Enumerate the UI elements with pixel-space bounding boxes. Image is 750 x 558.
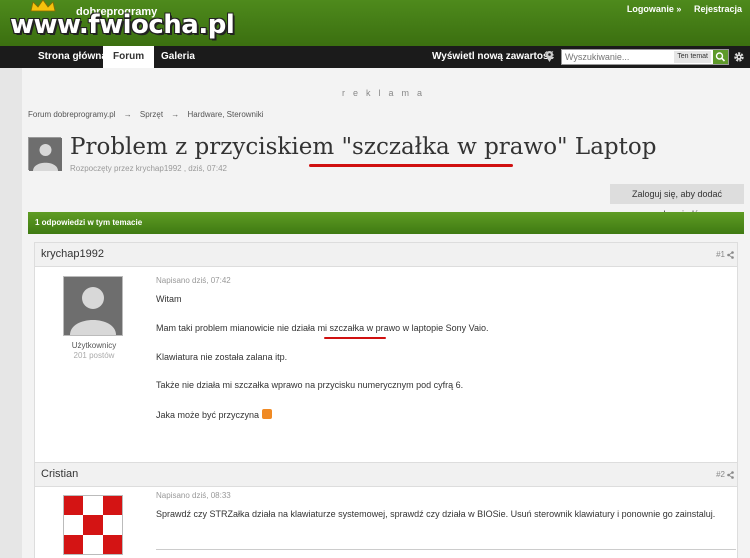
breadcrumb-drivers[interactable]: Hardware, Sterowniki [188,110,264,119]
signature-divider [156,549,736,550]
show-new-content-link[interactable]: Wyświetl nową zawartość [432,46,554,68]
red-annotation-underline [309,164,513,167]
search-input[interactable] [562,50,670,64]
forum-content: reklama Forum dobreprogramy.pl → Sprzęt … [22,68,750,558]
search-button[interactable] [713,50,728,64]
tab-forum[interactable]: Forum [103,46,155,68]
post-author[interactable]: Cristian [41,468,78,480]
post-header: krychap1992 #1 [35,243,737,267]
user-avatar[interactable] [63,276,123,336]
topic-author-avatar[interactable] [28,137,62,171]
avatar-silhouette-icon [29,138,62,171]
watermark-logo: www.fwiocha.pl [10,10,235,40]
login-to-reply-button[interactable]: Zaloguj się, aby dodać odpowiedź [610,184,744,219]
answers-count-bar: 1 odpowiedzi w tym temacie [28,212,744,234]
share-icon[interactable] [727,251,734,259]
post-text-line: Mam taki problem mianowicie nie działa m… [156,323,489,333]
account-links: Logowanie » Rejestracja [617,4,742,14]
search-icon [715,52,726,62]
user-group: Użytkownicy [71,341,117,350]
site-logo[interactable]: dobreprogramy www.fwiocha.pl [6,0,235,44]
breadcrumb-arrow-icon: → [171,110,180,119]
confused-emoji-icon [262,409,273,419]
user-post-count: 201 postów [73,351,115,360]
post-date: Napisano dziś, 08:33 [156,491,231,500]
user-avatar[interactable] [63,495,123,555]
page-title: Problem z przyciskiem "szczałka w prawo"… [70,134,657,160]
post-author[interactable]: krychap1992 [41,248,104,260]
search-box: Ten temat [561,49,729,65]
location-pin-icon[interactable] [546,51,553,62]
gear-icon[interactable] [733,51,745,63]
breadcrumb-hardware[interactable]: Sprzęt [140,110,163,119]
post-text-line: Sprawdź czy STRZałka działa na klawiatur… [156,509,716,519]
post-date: Napisano dziś, 07:42 [156,276,231,285]
topic-meta: Rozpoczęty przez krychap1992 , dziś, 07:… [70,164,227,173]
post-number[interactable]: #1 [716,250,725,259]
red-annotation-underline [324,337,386,339]
login-link[interactable]: Logowanie » [627,4,682,14]
avatar-silhouette-icon [64,277,122,335]
post-text-line: Jaka może być przyczyna [156,409,273,420]
tab-gallery[interactable]: Galeria [151,46,205,68]
search-scope-selector[interactable]: Ten temat [674,51,711,63]
post: krychap1992 #1 Użytkownicy 201 postów Na… [34,242,738,464]
main-navbar: Strona główna Forum Galeria Wyświetl now… [0,46,750,68]
breadcrumb-arrow-icon: → [123,110,132,119]
post-text: Jaka może być przyczyna [156,410,260,420]
post-text-line: Klawiatura nie została zalana itp. [156,352,288,362]
checkerboard-avatar-icon [64,496,122,554]
ad-label: reklama [341,88,430,98]
share-icon[interactable] [727,471,734,479]
post-number[interactable]: #2 [716,470,725,479]
site-banner: dobreprogramy www.fwiocha.pl Logowanie »… [0,0,750,46]
post-text-line: Witam [156,294,182,304]
post-header: Cristian #2 [35,463,737,487]
post: Cristian #2 Napisano dziś, 08:33 Sprawdź… [34,462,738,558]
breadcrumb: Forum dobreprogramy.pl → Sprzęt → Hardwa… [28,110,270,119]
breadcrumb-forum[interactable]: Forum dobreprogramy.pl [28,110,115,119]
register-link[interactable]: Rejestracja [694,4,742,14]
post-text-line: Także nie działa mi szczałka wprawo na p… [156,380,464,390]
